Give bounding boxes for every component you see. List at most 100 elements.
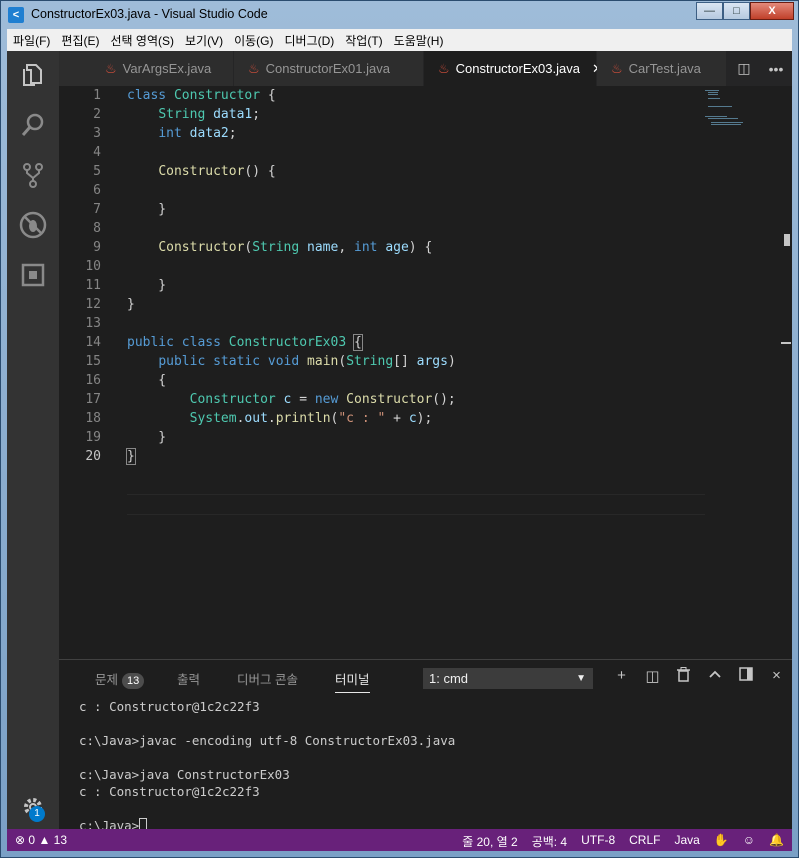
error-count: 0 [28, 833, 36, 847]
close-window-button[interactable]: X [750, 2, 794, 20]
code-line: 9 Constructor(String name, int age) { [93, 240, 433, 255]
thumbs-up-icon[interactable]: ✋ [714, 833, 729, 850]
code-line: 8 [93, 221, 101, 236]
code-line: 15 public static void main(String[] args… [85, 354, 456, 369]
warning-icon: ▲ [38, 833, 51, 847]
code-line: 20} [85, 448, 136, 465]
menu-debug[interactable]: 디버그(D) [284, 32, 334, 49]
code-line: 5 Constructor() { [93, 164, 276, 179]
code-line: 18 System.out.println("c : " + c); [85, 411, 433, 426]
warning-count: 13 [53, 833, 68, 847]
menu-view[interactable]: 보기(V) [185, 32, 223, 49]
encoding[interactable]: UTF-8 [581, 833, 615, 850]
status-bar: ⊗ 0 ▲ 13 줄 20, 열 2 공백: 4 UTF-8 CRLF Java… [7, 829, 792, 851]
code-line: 3 int data2; [93, 126, 237, 141]
terminal-line: c : Constructor@1c2c22f3 [79, 699, 260, 714]
minimap[interactable] [705, 90, 745, 130]
debug-icon[interactable] [17, 209, 49, 241]
scrollbar-thumb[interactable] [784, 234, 790, 246]
settings-update-badge: 1 [29, 806, 45, 822]
menu-edit[interactable]: 편집(E) [61, 32, 99, 49]
problems-status[interactable]: ⊗ 0 ▲ 13 [15, 833, 67, 847]
problems-count-badge: 13 [122, 673, 145, 689]
tab-constructorex03[interactable]: ♨ ConstructorEx03.java ✕ [424, 51, 603, 86]
activity-bar: 1 [7, 51, 59, 829]
terminal-output[interactable]: c : Constructor@1c2c22f3 c:\Java>javac -… [79, 698, 455, 834]
code-line: 16 { [85, 373, 167, 388]
tab-terminal[interactable]: 터미널 [335, 669, 370, 693]
tab-problems[interactable]: 문제 13 [95, 669, 145, 689]
tab-label: ConstructorEx01.java [265, 61, 390, 76]
chevron-down-icon: ▼ [576, 673, 586, 684]
tab-constructorex01[interactable]: ♨ ConstructorEx01.java [234, 51, 424, 86]
maximize-panel-icon[interactable] [699, 667, 730, 686]
more-actions-icon[interactable]: ••• [760, 61, 792, 77]
editor-tabs: ♨ VarArgsEx.java ♨ ConstructorEx01.java … [59, 51, 792, 86]
maximize-button[interactable]: □ [723, 2, 750, 20]
menu-bar: 파일(F) 편집(E) 선택 영역(S) 보기(V) 이동(G) 디버그(D) … [7, 29, 792, 51]
split-terminal-icon[interactable]: ◫ [637, 667, 668, 686]
terminal-select[interactable]: 1: cmd ▼ [423, 668, 593, 689]
code-line: 19 } [85, 430, 167, 445]
code-line: 2 String data1; [93, 107, 261, 122]
tab-output[interactable]: 출력 [177, 669, 200, 688]
menu-help[interactable]: 도움말(H) [394, 32, 444, 49]
source-control-icon[interactable] [17, 159, 49, 191]
code-line: 11 } [85, 278, 167, 293]
tab-label: ConstructorEx03.java [455, 61, 580, 76]
cursor-position[interactable]: 줄 20, 열 2 [462, 833, 517, 850]
code-line: 13 [85, 316, 101, 331]
bottom-panel: 문제 13 출력 디버그 콘솔 터미널 1: cmd ▼ + ◫ × c: C… [59, 659, 792, 833]
toggle-panel-position-icon[interactable] [730, 667, 761, 686]
indentation[interactable]: 공백: 4 [532, 833, 567, 850]
code-line: 12} [85, 297, 135, 312]
java-file-icon: ♨ [438, 60, 450, 76]
feedback-smiley-icon[interactable]: ☺ [743, 833, 755, 850]
extensions-icon[interactable] [17, 259, 49, 291]
code-editor[interactable]: 1 class Constructor { 2 String data1; 3 i… [59, 86, 792, 659]
error-icon: ⊗ [15, 833, 26, 847]
current-line-highlight [127, 494, 705, 515]
terminal-line: c : Constructor@1c2c22f3 [79, 784, 260, 799]
code-line: 14 public class ConstructorEx03 { [85, 334, 363, 351]
tab-label: CarTest.java [628, 61, 701, 76]
minimize-button[interactable]: — [696, 2, 723, 20]
panel-tabs: 문제 13 출력 디버그 콘솔 터미널 1: cmd ▼ + ◫ × [59, 660, 792, 695]
split-editor-icon[interactable]: ◫ [728, 60, 760, 77]
code-line: 7 } [93, 202, 167, 217]
menu-file[interactable]: 파일(F) [13, 32, 50, 49]
code-line: 1 class Constructor { [93, 88, 276, 103]
notifications-bell-icon[interactable]: 🔔 [769, 833, 784, 850]
new-terminal-icon[interactable]: + [606, 667, 637, 686]
vscode-logo-icon: < [8, 7, 24, 23]
search-icon[interactable] [17, 109, 49, 141]
terminal-line: c:\Java>java ConstructorEx03 [79, 767, 290, 782]
tab-debug-console[interactable]: 디버그 콘솔 [237, 669, 298, 688]
close-panel-icon[interactable]: × [761, 667, 792, 686]
kill-terminal-icon[interactable] [668, 667, 699, 686]
java-file-icon: ♨ [248, 60, 260, 76]
terminal-line: c:\Java>javac -encoding utf-8 Constructo… [79, 733, 456, 748]
language-mode[interactable]: Java [674, 833, 699, 850]
window-title: ConstructorEx03.java - Visual Studio Cod… [31, 7, 268, 21]
code-line: 10 [85, 259, 101, 274]
menu-selection[interactable]: 선택 영역(S) [110, 32, 174, 49]
code-line: 17 Constructor c = new Constructor(); [85, 392, 456, 407]
files-icon[interactable] [17, 59, 49, 91]
overview-ruler-cursor [781, 342, 791, 344]
title-bar: < ConstructorEx03.java - Visual Studio C… [1, 1, 798, 29]
menu-tasks[interactable]: 작업(T) [345, 32, 382, 49]
workbench: 1 ♨ VarArgsEx.java ♨ ConstructorEx01.jav… [7, 51, 792, 851]
code-line: 4 [93, 145, 101, 160]
java-file-icon: ♨ [105, 60, 117, 76]
app-window: < ConstructorEx03.java - Visual Studio C… [0, 0, 799, 858]
tab-label: VarArgsEx.java [122, 61, 212, 76]
menu-go[interactable]: 이동(G) [234, 32, 273, 49]
tab-cartest[interactable]: ♨ CarTest.java [597, 51, 727, 86]
java-file-icon: ♨ [611, 60, 623, 76]
end-of-line[interactable]: CRLF [629, 833, 660, 850]
code-line: 6 [93, 183, 101, 198]
tab-varargsex[interactable]: ♨ VarArgsEx.java [59, 51, 234, 86]
